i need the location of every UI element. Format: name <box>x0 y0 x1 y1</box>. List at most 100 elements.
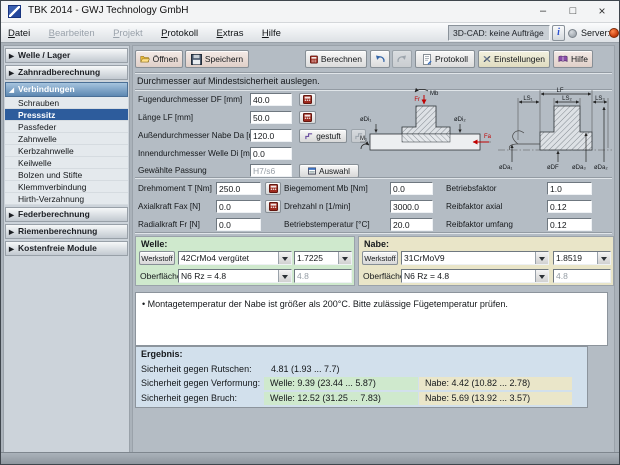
biegemoment-input[interactable] <box>390 182 433 195</box>
warning-message-box: • Montagetemperatur der Nabe ist größer … <box>135 292 608 346</box>
diagram-label-ls2: LS₂ <box>562 96 572 102</box>
welle-roughness-input[interactable] <box>294 269 352 283</box>
sidebar-group-verbindungen[interactable]: Verbindungen <box>5 82 128 97</box>
result-verformung-welle: Welle: 9.39 (23.44 ... 5.87) <box>264 377 418 390</box>
betriebsfaktor-input[interactable] <box>547 182 592 195</box>
results-title: Ergebnis: <box>141 349 183 359</box>
menu-hilfe[interactable]: Hilfe <box>255 24 288 43</box>
result-rutschen-value: 4.81 (1.93 ... 7.7) <box>271 363 340 376</box>
passung-label: Gewählte Passung <box>138 164 207 178</box>
calculate-button[interactable]: Berechnen <box>305 50 367 68</box>
settings-button[interactable]: Einstellungen <box>478 50 550 68</box>
menu-protokoll[interactable]: Protokoll <box>154 24 205 43</box>
redo-arrow-icon <box>397 54 407 64</box>
diagram-label-df: øDF <box>547 165 559 171</box>
passung-input[interactable] <box>250 164 292 177</box>
sidebar-group-zahnradberechnung[interactable]: Zahnradberechnung <box>5 65 128 80</box>
radialkraft-input[interactable] <box>216 218 261 231</box>
protocol-button[interactable]: Protokoll <box>415 50 475 68</box>
sidebar-group-welle-lager[interactable]: Welle / Lager <box>5 48 128 63</box>
diagram-label-ls1: LS₁ <box>523 96 532 102</box>
save-button[interactable]: Speichern <box>185 50 249 68</box>
drehmoment-calc-button[interactable] <box>265 182 281 195</box>
sidebar-item-kerbzahnwelle[interactable]: Kerbzahnwelle <box>5 145 128 157</box>
sidebar-item-hirth-verzahnung[interactable]: Hirth-Verzahnung <box>5 193 128 205</box>
fugendurchmesser-calc-button[interactable] <box>299 93 316 106</box>
chevron-down-icon[interactable] <box>278 270 291 282</box>
minimize-button[interactable]: – <box>528 1 558 22</box>
result-bruch-welle: Welle: 12.52 (31.25 ... 7.83) <box>264 392 418 405</box>
calculator-icon <box>303 113 312 122</box>
stepped-profile-icon <box>305 132 313 140</box>
sidebar-group-federberechnung[interactable]: Federberechnung <box>5 207 128 222</box>
window-title: TBK 2014 - GWJ Technology GmbH <box>28 5 188 16</box>
chevron-down-icon[interactable] <box>535 252 548 264</box>
nabe-werkstoff-button[interactable]: Werkstoff <box>362 251 398 265</box>
sidebar-item-klemmverbindung[interactable]: Klemmverbindung <box>5 181 128 193</box>
welle-material-combo[interactable]: 42CrMo4 vergütet <box>178 251 292 265</box>
auswahl-button[interactable]: Auswahl <box>299 164 359 178</box>
pressfit-diagram: Mb Fr øDi₁ øDi₂ M₁ Fa <box>358 86 614 174</box>
axialkraft-calc-button[interactable] <box>265 200 281 213</box>
nabe-material-combo[interactable]: 31CrMoV9 <box>401 251 549 265</box>
nabe-roughness-input[interactable] <box>553 269 611 283</box>
sidebar-item-keilwelle[interactable]: Keilwelle <box>5 157 128 169</box>
innendurchmesser-input[interactable] <box>250 147 292 160</box>
laenge-calc-button[interactable] <box>299 111 316 124</box>
calculator-icon <box>269 202 278 211</box>
welle-material-number-combo[interactable]: 1.7225 <box>294 251 352 265</box>
sidebar-group-kostenfreie-module[interactable]: Kostenfreie Module <box>5 241 128 256</box>
collapse-arrow-icon <box>9 67 18 80</box>
sidebar-group-riemenberechnung[interactable]: Riemenberechnung <box>5 224 128 239</box>
warning-message-text: • Montagetemperatur der Nabe ist größer … <box>142 299 508 309</box>
chevron-down-icon[interactable] <box>278 252 291 264</box>
drehzahl-label: Drehzahl n [1/min] <box>284 200 350 214</box>
menu-extras[interactable]: Extras <box>210 24 251 43</box>
sidebar-item-presssitz[interactable]: Presssitz <box>5 109 128 121</box>
menu-projekt[interactable]: Projekt <box>106 24 150 43</box>
nabe-material-panel: Nabe: Werkstoff 31CrMoV9 1.8519 Oberfläc… <box>358 236 614 286</box>
axialkraft-input[interactable] <box>216 200 261 213</box>
sidebar-item-passfeder[interactable]: Passfeder <box>5 121 128 133</box>
menu-bearbeiten[interactable]: Bearbeiten <box>42 24 102 43</box>
nabe-material-number-combo[interactable]: 1.8519 <box>553 251 611 265</box>
welle-werkstoff-button[interactable]: Werkstoff <box>139 251 175 265</box>
chevron-down-icon[interactable] <box>597 252 610 264</box>
sidebar-verbindungen-items: Schrauben Presssitz Passfeder Zahnwelle … <box>5 97 128 205</box>
diagram-label-da2: øDa₂ <box>594 165 608 171</box>
reibfaktor-axial-input[interactable] <box>547 200 592 213</box>
close-button[interactable]: × <box>587 1 617 22</box>
gestuft-button[interactable]: gestuft <box>299 129 347 143</box>
nabe-surface-combo[interactable]: N6 Rz = 4.8 <box>401 269 549 283</box>
drehmoment-input[interactable] <box>216 182 261 195</box>
drehzahl-input[interactable] <box>390 200 433 213</box>
chevron-down-icon[interactable] <box>535 270 548 282</box>
welle-surface-combo[interactable]: N6 Rz = 4.8 <box>178 269 292 283</box>
sidebar-item-bolzen-und-stifte[interactable]: Bolzen und Stifte <box>5 169 128 181</box>
fugendurchmesser-input[interactable] <box>250 93 292 106</box>
result-verformung-label: Sicherheit gegen Verformung: <box>141 377 260 390</box>
betriebstemperatur-input[interactable] <box>390 218 433 231</box>
undo-button[interactable] <box>370 50 390 68</box>
diagram-label-lf: LF <box>556 88 563 94</box>
menu-datei[interactable]: Datei <box>1 24 37 43</box>
info-button[interactable]: i <box>552 25 565 41</box>
chevron-down-icon[interactable] <box>338 252 351 264</box>
help-button[interactable]: Hilfe <box>553 50 593 68</box>
expand-arrow-icon <box>9 84 18 97</box>
sidebar-item-schrauben[interactable]: Schrauben <box>5 97 128 109</box>
laenge-input[interactable] <box>250 111 292 124</box>
server-status-indicator-icon <box>609 28 619 38</box>
reibfaktor-umfang-label: Reibfaktor umfang <box>446 218 513 232</box>
sidebar-item-zahnwelle[interactable]: Zahnwelle <box>5 133 128 145</box>
result-verformung-nabe: Nabe: 4.42 (10.82 ... 2.78) <box>419 377 572 390</box>
diagram-label-da1: øDa₁ <box>499 165 512 171</box>
open-button[interactable]: Öffnen <box>135 50 183 68</box>
maximize-button[interactable]: □ <box>558 1 588 22</box>
calculator-icon <box>269 184 278 193</box>
reibfaktor-axial-label: Reibfaktor axial <box>446 200 502 214</box>
reibfaktor-umfang-input[interactable] <box>547 218 592 231</box>
redo-button[interactable] <box>392 50 412 68</box>
aussendurchmesser-input[interactable] <box>250 129 292 142</box>
collapse-arrow-icon <box>9 50 18 63</box>
